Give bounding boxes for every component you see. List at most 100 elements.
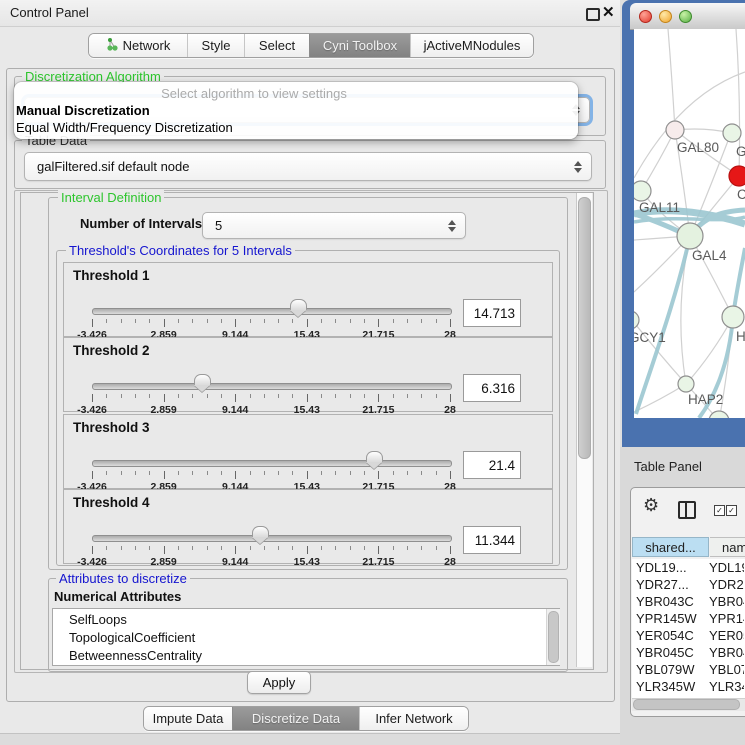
- columns-icon[interactable]: [678, 501, 696, 519]
- network-node[interactable]: [666, 121, 684, 139]
- attributes-group-title: Attributes to discretize: [56, 571, 190, 586]
- threshold-slider-track[interactable]: [92, 460, 452, 467]
- algorithm-option-equal-width[interactable]: Equal Width/Frequency Discretization: [16, 120, 233, 135]
- threshold-4-panel: Threshold 4 -3.4262.8599.14415.4321.7152…: [63, 489, 553, 564]
- cell-shared-name: YPR145W: [632, 611, 709, 626]
- cell-name: YBL079W: [709, 662, 744, 677]
- close-icon[interactable]: ✕: [602, 3, 615, 21]
- gear-icon[interactable]: ⚙: [643, 496, 659, 514]
- threshold-value-field[interactable]: 14.713: [463, 299, 521, 327]
- network-node[interactable]: [634, 311, 639, 329]
- number-of-intervals-label: Number of Intervals: [80, 216, 202, 231]
- network-node-label: GCY1: [634, 330, 666, 345]
- network-icon: [106, 37, 118, 54]
- cell-name: YDR27...: [709, 577, 744, 592]
- table-row[interactable]: YLR345WYLR345W: [632, 678, 745, 695]
- checkbox-icon[interactable]: ✓: [714, 505, 725, 516]
- tab-infer-network[interactable]: Infer Network: [359, 707, 468, 730]
- table-horizontal-scrollbar-thumb[interactable]: [633, 699, 740, 710]
- column-header-shared-name[interactable]: shared...: [632, 537, 709, 557]
- minimize-traffic-light-icon[interactable]: [659, 10, 672, 23]
- network-node[interactable]: [723, 124, 741, 142]
- slider-ticks: [92, 394, 451, 403]
- network-canvas[interactable]: GAL80GACGAL11GAL4HGCY1HAP2: [634, 29, 745, 418]
- network-node[interactable]: [729, 166, 745, 186]
- threshold-value-field[interactable]: 21.4: [463, 451, 521, 479]
- tab-jactivemnodules[interactable]: jActiveMNodules: [410, 34, 533, 57]
- table-row[interactable]: YDR27...YDR27...: [632, 576, 745, 593]
- table-row[interactable]: YBR045CYBR045C: [632, 644, 745, 661]
- threshold-value-field[interactable]: 11.344: [463, 526, 521, 554]
- slider-tick-labels: -3.4262.8599.14415.4321.71528: [64, 556, 552, 568]
- tick-label: 2.859: [150, 556, 176, 568]
- table-row[interactable]: YBL079WYBL079W: [632, 661, 745, 678]
- cell-shared-name: YER054C: [632, 628, 709, 643]
- table-row[interactable]: YER054CYER054C: [632, 627, 745, 644]
- algorithm-option-manual[interactable]: Manual Discretization: [16, 103, 150, 118]
- network-node-label: GAL11: [639, 200, 680, 215]
- network-node[interactable]: [722, 306, 744, 328]
- tick-label: 15.43: [294, 556, 320, 568]
- threshold-value-field[interactable]: 6.316: [463, 374, 521, 402]
- table-row[interactable]: YBR043CYBR043C: [632, 593, 745, 610]
- tab-network[interactable]: Network: [89, 34, 187, 57]
- table-body: YDL19...YDL19...YDR27...YDR27...YBR043CY…: [632, 559, 745, 698]
- attribute-list-item[interactable]: BetweennessCentrality: [53, 647, 559, 665]
- column-header-name[interactable]: name: [710, 537, 745, 557]
- threshold-label: Threshold 2: [73, 343, 150, 358]
- checkbox-icon[interactable]: ✓: [726, 505, 737, 516]
- threshold-slider-track[interactable]: [92, 535, 452, 542]
- network-node[interactable]: [634, 181, 651, 201]
- network-node-label: H: [736, 329, 745, 344]
- top-tab-bar: Network Style Select Cyni Toolbox jActiv…: [88, 33, 534, 58]
- zoom-traffic-light-icon[interactable]: [679, 10, 692, 23]
- thresholds-group-title: Threshold's Coordinates for 5 Intervals: [66, 243, 295, 258]
- cell-shared-name: YDR27...: [632, 577, 709, 592]
- table-row[interactable]: YDL19...YDL19...: [632, 559, 745, 576]
- cell-shared-name: YLR345W: [632, 679, 709, 694]
- table-row[interactable]: YPR145WYPR145W: [632, 610, 745, 627]
- tab-select[interactable]: Select: [244, 34, 309, 57]
- tab-style[interactable]: Style: [187, 34, 244, 57]
- apply-button[interactable]: Apply: [247, 671, 311, 694]
- attributes-scrollbar-thumb[interactable]: [548, 611, 559, 663]
- network-node-label: GAL4: [692, 248, 727, 263]
- attribute-list-item[interactable]: TopologicalCoefficient: [53, 629, 559, 647]
- window-bottom-strip: [0, 734, 620, 745]
- threshold-slider-track[interactable]: [92, 308, 452, 315]
- threshold-slider-thumb[interactable]: [366, 451, 383, 462]
- tab-discretize-data[interactable]: Discretize Data: [232, 707, 359, 730]
- cell-name: YPR145W: [709, 611, 744, 626]
- network-window-titlebar[interactable]: [630, 3, 745, 30]
- number-of-intervals-combo[interactable]: 5: [202, 212, 466, 239]
- table-data-combo[interactable]: galFiltered.sif default node: [24, 152, 592, 181]
- tab-impute-data[interactable]: Impute Data: [144, 707, 232, 730]
- network-node[interactable]: [678, 376, 694, 392]
- cell-shared-name: YBR043C: [632, 594, 709, 609]
- numerical-attributes-label: Numerical Attributes: [54, 589, 181, 604]
- threshold-slider-thumb[interactable]: [252, 526, 269, 537]
- cell-name: YBR045C: [709, 645, 744, 660]
- attribute-list-item[interactable]: SelfLoops: [53, 611, 559, 629]
- settings-scrollbar-thumb[interactable]: [578, 197, 591, 459]
- threshold-1-panel: Threshold 1 -3.4262.8599.14415.4321.7152…: [63, 262, 553, 337]
- cell-shared-name: YBR045C: [632, 645, 709, 660]
- cell-name: YBR043C: [709, 594, 744, 609]
- combo-arrows-icon: [448, 220, 457, 232]
- close-traffic-light-icon[interactable]: [639, 10, 652, 23]
- tick-label: 9.144: [222, 556, 248, 568]
- cell-name: YDL19...: [709, 560, 744, 575]
- bottom-tab-bar: Impute Data Discretize Data Infer Networ…: [143, 706, 469, 731]
- float-window-icon[interactable]: [586, 8, 600, 21]
- threshold-2-panel: Threshold 2 -3.4262.8599.14415.4321.7152…: [63, 337, 553, 412]
- threshold-slider-thumb[interactable]: [290, 299, 307, 310]
- network-node-label: HAP2: [688, 392, 723, 407]
- tab-cyni-toolbox[interactable]: Cyni Toolbox: [309, 34, 410, 57]
- threshold-slider-thumb[interactable]: [194, 374, 211, 385]
- network-node-label: GA: [736, 144, 745, 159]
- numerical-attributes-list[interactable]: SelfLoopsTopologicalCoefficientBetweenne…: [52, 608, 560, 666]
- network-node[interactable]: [677, 223, 703, 249]
- combo-arrows-icon: [574, 161, 583, 173]
- threshold-slider-track[interactable]: [92, 383, 452, 390]
- tick-label: -3.426: [77, 556, 107, 568]
